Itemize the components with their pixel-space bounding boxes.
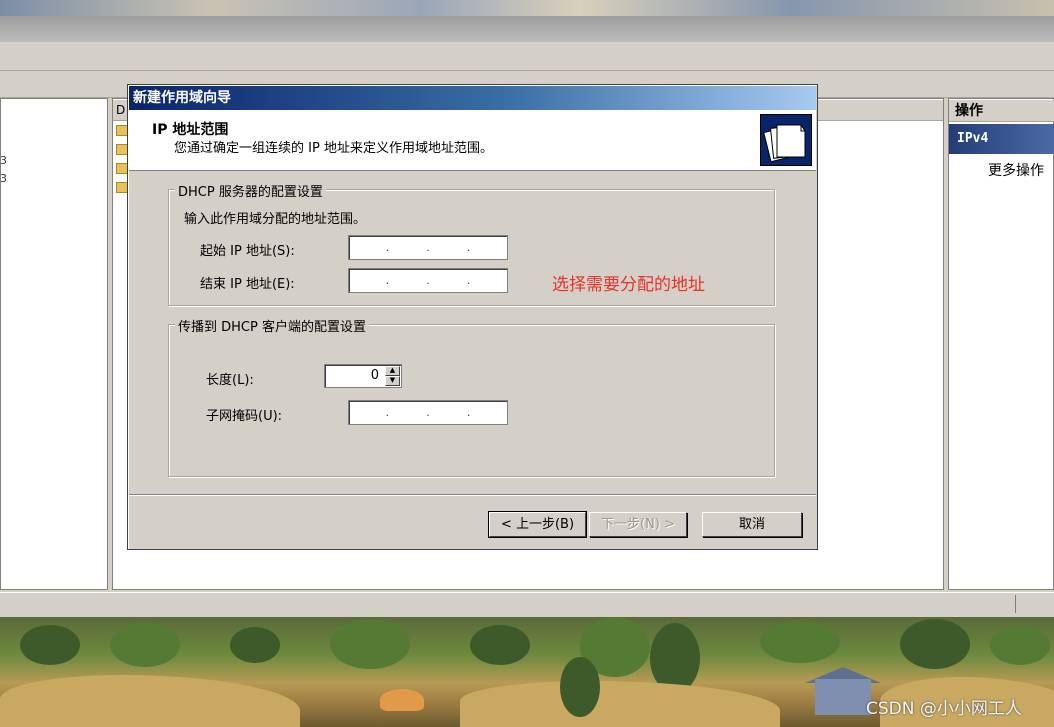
spin-down-icon[interactable]: ▼	[385, 376, 400, 386]
button-separator	[129, 494, 816, 496]
start-ip-label: 起始 IP 地址(S):	[200, 244, 295, 259]
client-config-legend: 传播到 DHCP 客户端的配置设置	[175, 316, 369, 335]
wizard-page-title: IP 地址范围	[152, 122, 229, 138]
wizard-pages-icon	[760, 114, 812, 166]
tree-item-glyph: 3	[0, 172, 7, 185]
end-ip-input[interactable]: . . .	[348, 268, 508, 293]
ip-dot: .	[426, 406, 430, 419]
length-spinner[interactable]: 0 ▲ ▼	[324, 364, 402, 388]
server-config-legend: DHCP 服务器的配置设置	[175, 181, 326, 200]
dialog-title-bar[interactable]: 新建作用域向导	[129, 86, 816, 110]
mmc-title-bar	[0, 16, 1054, 42]
ip-dot: .	[466, 241, 471, 254]
ip-dot: .	[385, 274, 390, 287]
ip-dot: .	[385, 241, 390, 254]
status-bar-divider	[1015, 595, 1016, 613]
annotation-text: 选择需要分配的地址	[552, 275, 705, 295]
actions-pane-header: 操作	[949, 100, 1054, 122]
ip-dot: .	[426, 274, 430, 287]
ip-dot: .	[385, 406, 390, 419]
end-ip-label: 结束 IP 地址(E):	[200, 277, 295, 292]
spin-up-icon[interactable]: ▲	[385, 366, 400, 376]
length-label: 长度(L):	[206, 373, 254, 388]
more-actions-link[interactable]: 更多操作	[988, 160, 1044, 180]
start-ip-input[interactable]: . . .	[348, 235, 508, 260]
console-tree-pane[interactable]	[0, 98, 108, 590]
result-column-header-label: D	[116, 103, 126, 117]
subnet-mask-input[interactable]: . . .	[348, 400, 508, 425]
desktop-wallpaper-top	[0, 0, 1054, 16]
ip-dot: .	[426, 241, 430, 254]
watermark: CSDN @小小网工人	[866, 699, 1022, 719]
next-button[interactable]: 下一步(N) >	[589, 512, 687, 537]
status-bar	[0, 592, 1054, 617]
wizard-page-subtitle: 您通过确定一组连续的 IP 地址来定义作用域地址范围。	[174, 141, 493, 156]
ip-dot: .	[466, 406, 471, 419]
tree-item-glyph: 3	[0, 154, 7, 167]
spinner-buttons: ▲ ▼	[385, 366, 400, 386]
actions-section-ipv4[interactable]: IPv4	[949, 124, 1054, 154]
ip-dot: .	[466, 274, 471, 287]
subnet-mask-label: 子网掩码(U):	[206, 409, 283, 424]
mmc-menu-bar	[0, 42, 1054, 71]
cancel-button[interactable]: 取消	[702, 512, 802, 537]
back-button[interactable]: < 上一步(B)	[488, 511, 587, 538]
length-value: 0	[370, 368, 379, 383]
range-instruction: 输入此作用域分配的地址范围。	[184, 212, 367, 227]
